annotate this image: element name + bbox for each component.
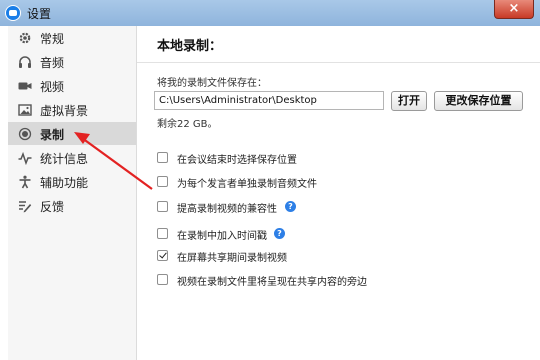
free-space-text: 剩余22 GB。 xyxy=(157,119,218,130)
sidebar-item-label: 反馈 xyxy=(40,200,65,214)
feedback-icon xyxy=(19,201,32,213)
sidebar-item-virtual-background[interactable]: 虚拟背景 xyxy=(8,98,136,121)
sidebar-item-audio[interactable]: 音频 xyxy=(8,50,136,73)
checkbox[interactable] xyxy=(157,228,168,239)
section-divider xyxy=(137,62,540,63)
accessibility-icon xyxy=(19,175,31,189)
headphones-icon xyxy=(19,56,31,68)
stats-icon xyxy=(18,151,32,165)
option-label: 为每个发言者单独录制音频文件 xyxy=(177,179,317,190)
window-title: 设置 xyxy=(27,7,52,21)
open-folder-button[interactable]: 打开 xyxy=(391,91,427,111)
sidebar-item-label: 辅助功能 xyxy=(40,176,89,190)
sidebar-item-accessibility[interactable]: 辅助功能 xyxy=(8,170,136,193)
checkbox-checked[interactable] xyxy=(157,250,168,261)
sidebar-item-statistics[interactable]: 统计信息 xyxy=(8,146,136,169)
sidebar-item-label: 虚拟背景 xyxy=(40,104,89,118)
sidebar-item-label: 音频 xyxy=(40,56,65,70)
save-location-label: 将我的录制文件保存在： xyxy=(157,78,267,89)
sidebar-item-recording[interactable]: 录制 xyxy=(8,122,136,145)
settings-window: 设置 × 常规 音频 视频 虚拟背景 录制 统计信息 辅助功能 反馈 本地录制：… xyxy=(0,0,540,360)
sidebar-item-feedback[interactable]: 反馈 xyxy=(8,194,136,217)
option-label: 视频在录制文件里将呈现在共享内容的旁边 xyxy=(177,277,367,288)
video-camera-icon xyxy=(18,82,32,90)
save-path-input[interactable] xyxy=(154,91,384,110)
close-button[interactable]: × xyxy=(494,0,534,19)
sidebar-item-label: 录制 xyxy=(40,128,65,142)
title-bar: 设置 × xyxy=(0,0,540,26)
sidebar-item-general[interactable]: 常规 xyxy=(8,26,136,49)
recording-settings-panel: 本地录制： 将我的录制文件保存在： 打开 更改保存位置 剩余22 GB。 在会议… xyxy=(137,26,540,360)
gear-icon xyxy=(19,32,31,44)
help-icon[interactable]: ? xyxy=(285,201,296,212)
option-label: 在屏幕共享期间录制视频 xyxy=(177,253,287,264)
sidebar-item-video[interactable]: 视频 xyxy=(8,74,136,97)
checkbox[interactable] xyxy=(157,201,168,212)
image-icon xyxy=(18,104,32,116)
option-label: 提高录制视频的兼容性 xyxy=(177,204,277,215)
sidebar-item-label: 常规 xyxy=(40,32,65,46)
help-icon[interactable]: ? xyxy=(274,228,285,239)
sidebar-item-label: 视频 xyxy=(40,80,65,94)
app-logo-icon xyxy=(5,5,21,21)
settings-sidebar: 常规 音频 视频 虚拟背景 录制 统计信息 辅助功能 反馈 xyxy=(8,26,137,360)
sidebar-item-label: 统计信息 xyxy=(40,152,89,166)
record-icon xyxy=(18,127,32,141)
checkbox[interactable] xyxy=(157,152,168,163)
checkbox[interactable] xyxy=(157,176,168,187)
checkbox[interactable] xyxy=(157,274,168,285)
section-title: 本地录制： xyxy=(157,39,223,54)
option-label: 在会议结束时选择保存位置 xyxy=(177,155,297,166)
change-location-button[interactable]: 更改保存位置 xyxy=(434,91,523,111)
option-label: 在录制中加入时间戳 xyxy=(177,231,267,242)
